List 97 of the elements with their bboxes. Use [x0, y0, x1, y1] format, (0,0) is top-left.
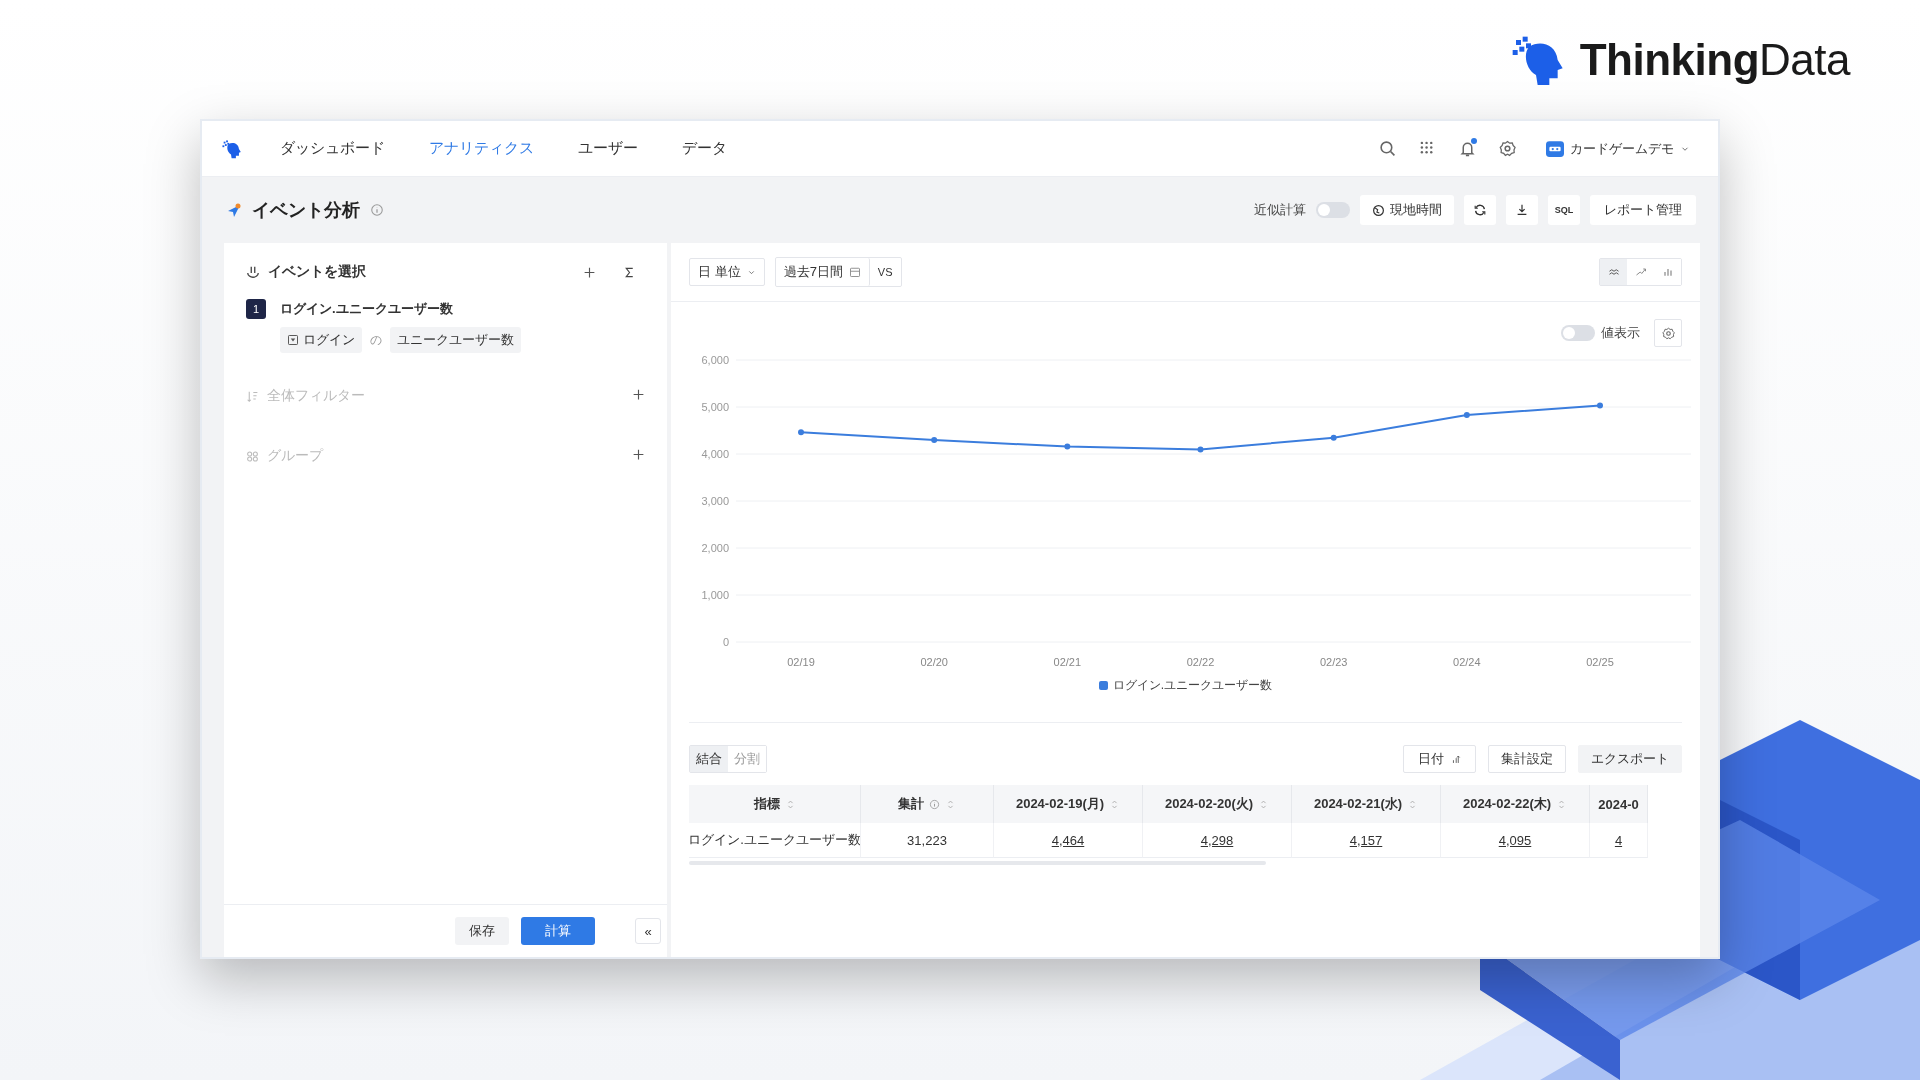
- plus-icon: [632, 448, 645, 461]
- data-point: [1064, 443, 1071, 450]
- trend-icon: [1634, 266, 1647, 278]
- group-icon: [246, 449, 259, 463]
- page-title: イベント分析: [252, 199, 360, 222]
- axis-label: 1,000: [701, 589, 729, 601]
- column-header[interactable]: 2024-02-21(水): [1292, 785, 1441, 823]
- summary-settings-button[interactable]: 集計設定: [1488, 745, 1566, 773]
- axis-label: 02/25: [1586, 656, 1614, 668]
- connector-text: の: [370, 331, 382, 349]
- unit-dropdown[interactable]: 日 単位: [689, 258, 765, 286]
- axis-label: 2,000: [701, 542, 729, 554]
- axis-label: 3,000: [701, 495, 729, 507]
- axis-label: 02/20: [920, 656, 948, 668]
- column-header[interactable]: 2024-02-22(木): [1441, 785, 1590, 823]
- game-app-icon: [1546, 139, 1564, 158]
- save-button[interactable]: 保存: [455, 917, 509, 945]
- sql-button[interactable]: SQL: [1548, 195, 1580, 225]
- column-header[interactable]: 指標: [689, 785, 861, 823]
- plus-icon: [582, 265, 596, 279]
- settings-icon: [1498, 140, 1516, 157]
- settings-icon: [1661, 326, 1675, 340]
- table-cell[interactable]: 4,464: [994, 823, 1143, 858]
- data-point: [798, 429, 804, 436]
- column-header[interactable]: 2024-02-20(火): [1143, 785, 1292, 823]
- sigma-icon: [622, 265, 636, 279]
- download-button[interactable]: [1506, 195, 1538, 225]
- column-header[interactable]: 2024-0: [1590, 785, 1648, 823]
- approx-label: 近似計算: [1254, 201, 1306, 219]
- chart-settings-button[interactable]: [1654, 319, 1682, 347]
- axis-label: 4,000: [701, 448, 729, 460]
- metric-chip[interactable]: ユニークユーザー数: [390, 327, 521, 353]
- toggle-switch[interactable]: [1561, 325, 1595, 341]
- data-point: [1597, 402, 1603, 409]
- sort-chart-icon: [1450, 753, 1461, 765]
- export-button[interactable]: エクスポート: [1578, 745, 1682, 773]
- filter-icon: [246, 389, 259, 403]
- group-label: グループ: [267, 447, 323, 465]
- event-index: 1: [246, 299, 266, 319]
- axis-label: 02/21: [1053, 656, 1082, 668]
- chart-type-button[interactable]: [1600, 259, 1627, 285]
- nav-tab[interactable]: アナリティクス: [423, 138, 540, 159]
- axis-label: 02/24: [1453, 656, 1481, 668]
- event-chip[interactable]: ログイン: [280, 327, 362, 353]
- axis-label: 0: [722, 636, 729, 648]
- calculate-button[interactable]: 計算: [521, 917, 595, 945]
- plus-icon: [632, 388, 645, 401]
- sort-icon: [945, 798, 956, 810]
- search-icon: [1378, 140, 1396, 157]
- calendar-icon: [848, 266, 861, 278]
- workspace-name[interactable]: カードゲームデモ: [1570, 139, 1674, 158]
- data-point: [1463, 412, 1470, 418]
- table-cell[interactable]: 4,095: [1441, 823, 1590, 858]
- globe-icon: [1372, 203, 1385, 217]
- column-header[interactable]: 2024-02-19(月): [994, 785, 1143, 823]
- info-icon: [929, 798, 940, 810]
- toggle-switch[interactable]: [1316, 202, 1350, 218]
- axis-label: 02/23: [1319, 656, 1348, 668]
- data-point: [1330, 434, 1337, 441]
- axis-label: 5,000: [701, 401, 729, 413]
- info-icon: [370, 203, 384, 217]
- download-icon: [1515, 203, 1529, 217]
- brand-name: ThinkingData: [1579, 34, 1850, 85]
- table-cell: ログイン.ユニークユーザー数: [689, 823, 861, 858]
- column-header[interactable]: 集計: [861, 785, 994, 823]
- event-name[interactable]: ログイン.ユニークユーザー数: [280, 300, 453, 318]
- event-icon: [287, 334, 299, 346]
- table-cell: 31,223: [861, 823, 994, 858]
- legend-label[interactable]: ログイン.ユニークユーザー数: [1112, 677, 1273, 694]
- date-sort-button[interactable]: 日付: [1403, 745, 1476, 773]
- collapse-button[interactable]: «: [635, 918, 661, 944]
- table-cell[interactable]: 4,157: [1292, 823, 1441, 858]
- bar-chart-icon: [1661, 266, 1674, 278]
- data-point: [1197, 446, 1204, 453]
- axis-label: 02/22: [1186, 656, 1215, 668]
- refresh-icon: [1473, 203, 1487, 217]
- line-chart-icon: [1607, 266, 1620, 278]
- apps-grid-icon: [1419, 141, 1435, 156]
- app-logo-icon: [220, 137, 242, 160]
- nav-tab[interactable]: ユーザー: [572, 138, 644, 159]
- table-cell[interactable]: 4,298: [1143, 823, 1292, 858]
- refresh-button[interactable]: [1464, 195, 1496, 225]
- view-tab[interactable]: 結合: [690, 746, 728, 772]
- nav-tab[interactable]: ダッシュボード: [274, 138, 391, 159]
- nav-tab[interactable]: データ: [676, 138, 733, 159]
- value-display-label: 値表示: [1601, 324, 1640, 342]
- pick-icon: [246, 265, 260, 279]
- data-point: [931, 437, 938, 443]
- timezone-button[interactable]: 現地時間: [1360, 195, 1454, 225]
- bell-icon: [1458, 140, 1476, 157]
- axis-label: 02/19: [787, 656, 815, 668]
- section-title: イベントを選択: [268, 263, 366, 281]
- table-cell[interactable]: 4: [1590, 823, 1648, 858]
- report-button[interactable]: レポート管理: [1590, 195, 1696, 225]
- rocket-icon: [226, 202, 242, 218]
- axis-label: 6,000: [701, 354, 729, 366]
- filter-label: 全体フィルター: [267, 387, 365, 405]
